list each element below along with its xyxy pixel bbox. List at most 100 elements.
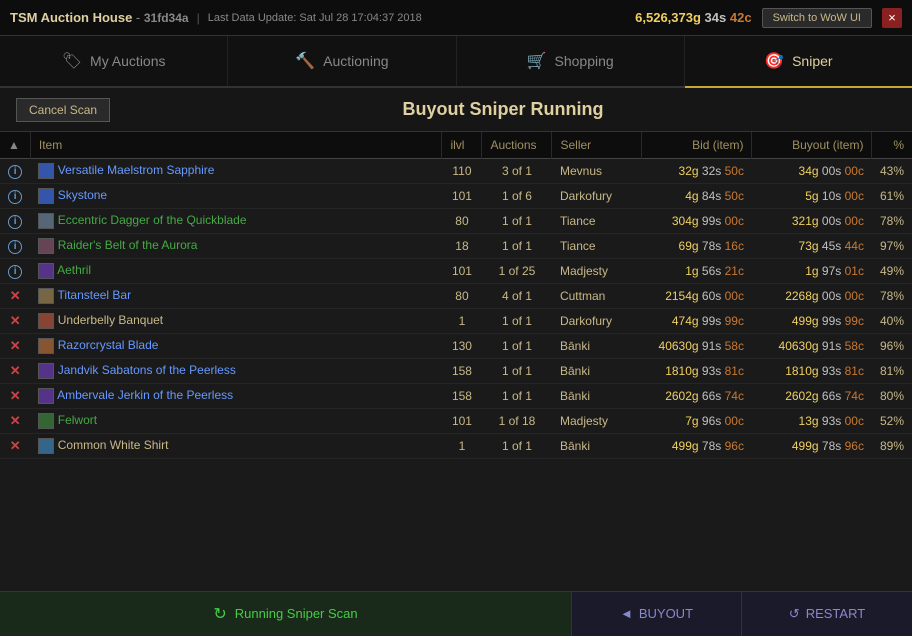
row-ilvl: 1 [442,434,482,459]
row-seller: Tiance [552,209,642,234]
close-button[interactable]: × [882,8,902,28]
row-status: i [0,159,30,184]
tab-shopping[interactable]: 🛒 Shopping [457,36,685,86]
row-auctions: 1 of 1 [482,359,552,384]
row-seller: Madjesty [552,259,642,284]
row-buyout: 2602g 66s 74c [752,384,872,409]
switch-wow-ui-button[interactable]: Switch to WoW UI [762,8,872,28]
table-row: i Eccentric Dagger of the Quickblade801 … [0,209,912,234]
title-bar: TSM Auction House - 31fd34a | Last Data … [0,0,912,36]
row-status: ✕ [0,284,30,309]
row-pct: 61% [872,184,912,209]
row-pct: 40% [872,309,912,334]
auction-table: ▲ Item ilvl Auctions Seller Bid (item) B… [0,132,912,459]
item-icon [38,363,54,379]
row-bid: 2154g 60s 00c [642,284,752,309]
row-pct: 97% [872,234,912,259]
page-title: Buyout Sniper Running [110,99,896,120]
action-bar: Cancel Scan Buyout Sniper Running [0,88,912,132]
table-body: i Versatile Maelstrom Sapphire1103 of 1M… [0,159,912,459]
row-pct: 43% [872,159,912,184]
item-icon [38,288,54,304]
item-name[interactable]: Common White Shirt [58,438,169,452]
row-item[interactable]: Titansteel Bar [30,284,442,309]
item-icon [38,388,54,404]
row-bid: 32g 32s 50c [642,159,752,184]
row-item[interactable]: Versatile Maelstrom Sapphire [30,159,442,184]
status-x-icon: ✕ [10,388,21,403]
header-sort[interactable]: ▲ [0,132,30,159]
item-name[interactable]: Underbelly Banquet [58,313,163,327]
tab-my-auctions[interactable]: 🏷 My Auctions [0,36,228,86]
header-buyout[interactable]: Buyout (item) [752,132,872,159]
row-item[interactable]: Razorcrystal Blade [30,334,442,359]
row-item[interactable]: Jandvik Sabatons of the Peerless [30,359,442,384]
tab-auctioning[interactable]: 🔨 Auctioning [228,36,456,86]
row-item[interactable]: Eccentric Dagger of the Quickblade [30,209,442,234]
row-status: i [0,259,30,284]
header-bid[interactable]: Bid (item) [642,132,752,159]
cancel-scan-button[interactable]: Cancel Scan [16,98,110,122]
item-name[interactable]: Versatile Maelstrom Sapphire [58,163,215,177]
row-item[interactable]: Common White Shirt [30,434,442,459]
item-name[interactable]: Ambervale Jerkin of the Peerless [57,388,233,402]
row-status: ✕ [0,334,30,359]
header-seller[interactable]: Seller [552,132,642,159]
row-item[interactable]: Raider's Belt of the Aurora [30,234,442,259]
gold-display: 6,526,373g 34s 42c [635,10,751,25]
row-pct: 78% [872,284,912,309]
item-icon [38,438,54,454]
item-icon [38,163,54,179]
restart-label: RESTART [806,606,865,621]
row-ilvl: 1 [442,309,482,334]
header-pct[interactable]: % [872,132,912,159]
row-ilvl: 158 [442,359,482,384]
item-name[interactable]: Eccentric Dagger of the Quickblade [58,213,247,227]
row-pct: 96% [872,334,912,359]
row-pct: 78% [872,209,912,234]
row-bid: 7g 96s 00c [642,409,752,434]
row-buyout: 34g 00s 00c [752,159,872,184]
row-item[interactable]: Felwort [30,409,442,434]
table-row: ✕ Felwort1011 of 18Madjesty7g 96s 00c13g… [0,409,912,434]
row-auctions: 1 of 1 [482,234,552,259]
row-auctions: 1 of 18 [482,409,552,434]
item-icon [38,188,54,204]
item-name[interactable]: Felwort [58,413,97,427]
row-bid: 304g 99s 00c [642,209,752,234]
row-seller: Darkofury [552,184,642,209]
restart-button[interactable]: ↺ RESTART [742,592,912,636]
item-name[interactable]: Aethril [57,263,91,277]
table-row: ✕ Razorcrystal Blade1301 of 1Bānki40630g… [0,334,912,359]
row-item[interactable]: Underbelly Banquet [30,309,442,334]
table-row: ✕ Jandvik Sabatons of the Peerless1581 o… [0,359,912,384]
item-name[interactable]: Raider's Belt of the Aurora [58,238,198,252]
header-item[interactable]: Item [30,132,442,159]
item-name[interactable]: Razorcrystal Blade [58,338,159,352]
item-name[interactable]: Titansteel Bar [58,288,132,302]
row-item[interactable]: Ambervale Jerkin of the Peerless [30,384,442,409]
row-pct: 52% [872,409,912,434]
header-ilvl[interactable]: ilvl [442,132,482,159]
row-item[interactable]: Skystone [30,184,442,209]
tab-sniper[interactable]: 🎯 Sniper [685,36,912,88]
header-auctions[interactable]: Auctions [482,132,552,159]
running-scan-button[interactable]: ↻ Running Sniper Scan [0,592,572,636]
buyout-button[interactable]: ◄ BUYOUT [572,592,742,636]
tab-my-auctions-label: My Auctions [90,53,165,69]
row-item[interactable]: Aethril [30,259,442,284]
item-icon [38,413,54,429]
row-status: ✕ [0,409,30,434]
item-name[interactable]: Jandvik Sabatons of the Peerless [58,363,236,377]
row-auctions: 1 of 25 [482,259,552,284]
row-seller: Bānki [552,359,642,384]
item-name[interactable]: Skystone [58,188,107,202]
row-seller: Bānki [552,434,642,459]
row-bid: 474g 99s 99c [642,309,752,334]
refresh-icon: ↻ [213,604,226,624]
table-row: i Versatile Maelstrom Sapphire1103 of 1M… [0,159,912,184]
row-buyout: 13g 93s 00c [752,409,872,434]
status-x-icon: ✕ [10,438,21,453]
row-seller: Madjesty [552,409,642,434]
row-bid: 69g 78s 16c [642,234,752,259]
